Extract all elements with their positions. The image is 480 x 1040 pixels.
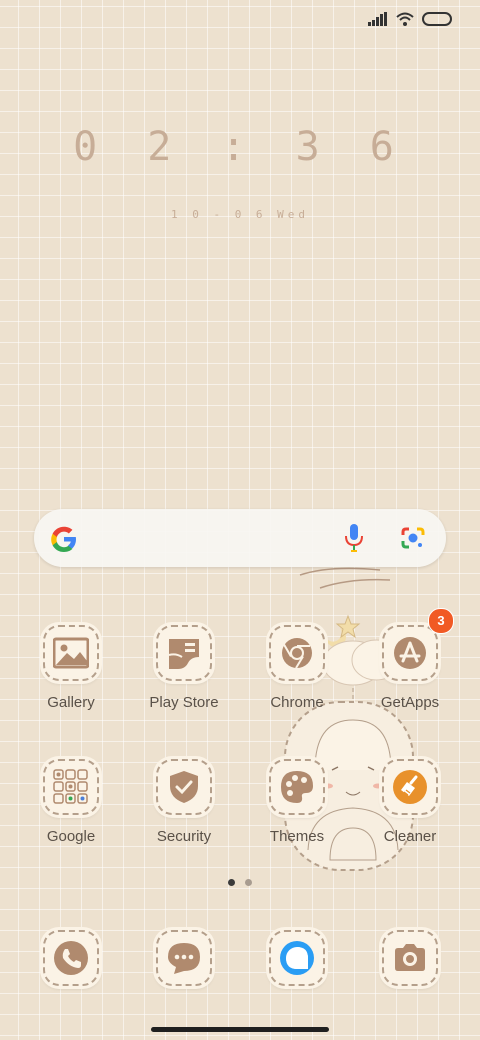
app-cleaner[interactable]: Cleaner <box>355 759 465 869</box>
clock-time[interactable]: 0 2 : 3 6 <box>0 124 480 170</box>
camera-icon <box>395 944 425 971</box>
mic-icon[interactable] <box>345 524 363 552</box>
battery-icon <box>422 12 452 26</box>
dock-browser[interactable] <box>242 930 352 1040</box>
play-store-app-tile[interactable] <box>156 625 212 681</box>
app-label-getapps: GetApps <box>380 694 440 711</box>
themes-app-tile[interactable] <box>269 759 325 815</box>
getapps-icon <box>394 637 426 669</box>
phone-app-tile[interactable] <box>43 930 99 986</box>
lens-icon[interactable] <box>400 526 426 550</box>
gesture-navigation-bar[interactable] <box>151 1027 329 1032</box>
security-app-tile[interactable] <box>156 759 212 815</box>
google-search-bar[interactable] <box>34 509 446 567</box>
app-label-themes: Themes <box>269 828 325 845</box>
app-label-cleaner: Cleaner <box>383 828 437 845</box>
app-play-store[interactable]: Play Store <box>129 625 239 735</box>
browser-icon <box>280 941 314 975</box>
dock-phone[interactable] <box>16 930 126 1040</box>
app-google-folder[interactable]: Google <box>16 759 126 869</box>
clock-date[interactable]: 1 0 - 0 6 Wed <box>0 208 480 221</box>
google-logo-icon <box>51 526 76 552</box>
app-gallery[interactable]: Gallery <box>16 625 126 735</box>
messages-app-tile[interactable] <box>156 930 212 986</box>
phone-icon <box>54 941 88 975</box>
getapps-notification-badge: 3 <box>428 608 454 634</box>
google-folder-icon <box>53 769 88 804</box>
messages-icon <box>168 943 200 974</box>
app-label-security: Security <box>156 828 212 845</box>
app-label-gallery: Gallery <box>47 694 95 711</box>
page-indicator[interactable] <box>228 879 252 886</box>
dock-camera[interactable] <box>355 930 465 1040</box>
chrome-icon <box>282 638 312 669</box>
page-dot-1[interactable] <box>228 879 235 886</box>
app-getapps[interactable]: GetApps <box>355 625 465 735</box>
app-themes[interactable]: Themes <box>242 759 352 869</box>
security-shield-icon <box>170 771 198 803</box>
page-dot-2[interactable] <box>245 879 252 886</box>
themes-palette-icon <box>281 771 313 803</box>
signal-icon <box>368 12 387 26</box>
wifi-icon <box>396 12 414 26</box>
google-folder-tile[interactable] <box>43 759 99 815</box>
app-label-play-store: Play Store <box>149 694 219 711</box>
cleaner-broom-icon <box>393 770 427 804</box>
getapps-app-tile[interactable] <box>382 625 438 681</box>
browser-app-tile[interactable] <box>269 930 325 986</box>
cleaner-app-tile[interactable] <box>382 759 438 815</box>
status-bar <box>368 12 452 26</box>
gallery-icon <box>53 637 89 669</box>
chrome-app-tile[interactable] <box>269 625 325 681</box>
camera-app-tile[interactable] <box>382 930 438 986</box>
gallery-app-tile[interactable] <box>43 625 99 681</box>
app-label-chrome: Chrome <box>270 694 324 711</box>
app-label-google: Google <box>46 828 96 845</box>
play-store-icon <box>168 639 199 669</box>
dock-messages[interactable] <box>129 930 239 1040</box>
app-security[interactable]: Security <box>129 759 239 869</box>
app-chrome[interactable]: Chrome <box>242 625 352 735</box>
